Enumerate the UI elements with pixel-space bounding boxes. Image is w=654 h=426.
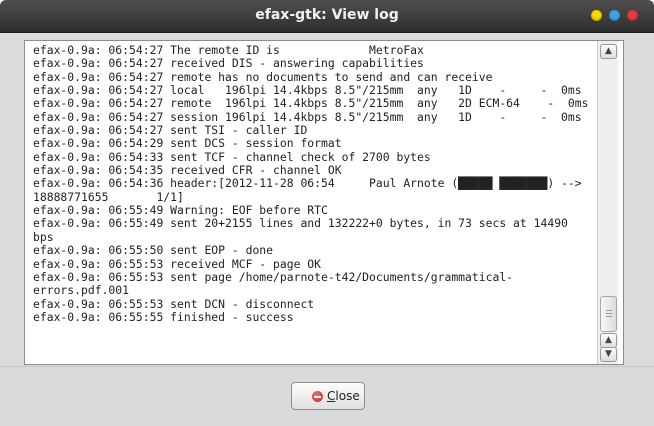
log-text: efax-0.9a: 06:54:27 The remote ID is Met… (33, 43, 609, 324)
maximize-button[interactable] (609, 10, 620, 21)
log-view[interactable]: efax-0.9a: 06:54:27 The remote ID is Met… (24, 40, 624, 365)
log-line: efax-0.9a: 06:55:50 sent EOP - done (33, 243, 274, 258)
log-line: efax-0.9a: 06:54:36 header:[2012-11-28 0… (33, 176, 582, 191)
grip-line (606, 310, 612, 311)
log-line: efax-0.9a: 06:54:27 local 196lpi 14.4kbp… (33, 83, 582, 98)
chevron-up-icon: ▲ (605, 46, 612, 56)
log-line: efax-0.9a: 06:55:53 sent DCN - disconnec… (33, 296, 315, 311)
log-line: efax-0.9a: 06:55:53 sent page /home/parn… (33, 269, 514, 284)
window-title: efax-gtk: View log (255, 7, 399, 23)
log-window: efax-gtk: View log efax-0.9a: 06:54:27 T… (0, 0, 654, 426)
scroll-up-button-secondary[interactable]: ▲ (600, 333, 617, 348)
chevron-up-icon: ▲ (605, 335, 612, 345)
log-line: efax-0.9a: 06:55:49 Warning: EOF before … (33, 203, 328, 218)
scrollbar-thumb[interactable] (600, 296, 617, 332)
minimize-button[interactable] (591, 10, 602, 21)
close-button-label: Close (327, 389, 360, 403)
log-line: efax-0.9a: 06:55:49 sent 20+2155 lines a… (33, 216, 568, 231)
dialog-footer: Close (0, 366, 654, 426)
log-line: efax-0.9a: 06:54:27 remote 196lpi 14.4kb… (33, 96, 589, 111)
log-line: bps (33, 229, 54, 244)
log-line: efax-0.9a: 06:54:35 received CFR - chann… (33, 163, 342, 178)
log-line: efax-0.9a: 06:55:55 finished - success (33, 309, 294, 324)
close-button[interactable]: Close (291, 382, 365, 410)
scroll-down-button[interactable]: ▼ (600, 347, 617, 362)
log-line: efax-0.9a: 06:55:53 received MCF - page … (33, 256, 322, 271)
log-line: efax-0.9a: 06:54:27 remote has no docume… (33, 69, 493, 84)
grip-line (606, 313, 612, 314)
grip-line (606, 316, 612, 317)
chevron-down-icon: ▼ (605, 349, 612, 359)
scroll-up-button[interactable]: ▲ (600, 44, 617, 59)
log-line: efax-0.9a: 06:54:27 received DIS - answe… (33, 56, 424, 71)
log-line: efax-0.9a: 06:54:27 The remote ID is Met… (33, 43, 424, 57)
log-line: efax-0.9a: 06:54:27 sent TSI - caller ID (33, 123, 308, 138)
title-bar[interactable]: efax-gtk: View log (0, 0, 654, 33)
window-close-button[interactable] (627, 10, 638, 21)
log-line: efax-0.9a: 06:54:29 sent DCS - session f… (33, 136, 342, 151)
log-line: errors.pdf.001 (33, 283, 130, 298)
log-line: efax-0.9a: 06:54:33 sent TCF - channel c… (33, 149, 431, 164)
log-line: 18888771655 1/1] (33, 189, 184, 204)
log-line: efax-0.9a: 06:54:27 session 196lpi 14.4k… (33, 109, 582, 124)
close-icon (312, 391, 323, 402)
vertical-scrollbar[interactable]: ▲ ▲ ▼ (597, 41, 618, 364)
